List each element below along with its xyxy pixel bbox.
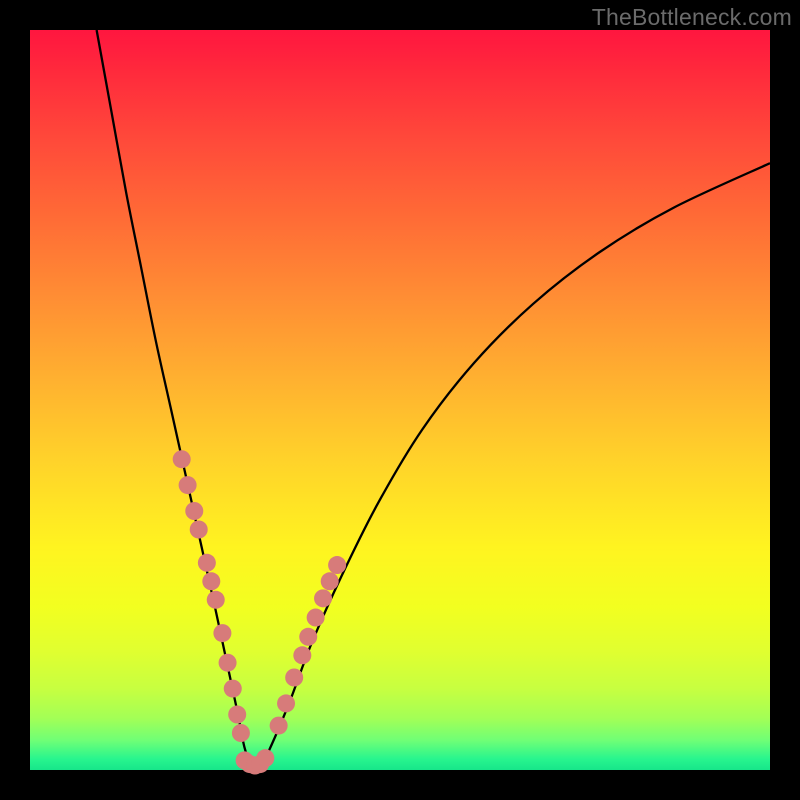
marker-dot — [256, 749, 274, 767]
marker-dot — [277, 694, 295, 712]
marker-dot — [232, 724, 250, 742]
marker-dot — [299, 628, 317, 646]
marker-dot — [207, 591, 225, 609]
marker-dot — [270, 717, 288, 735]
markers-group — [173, 450, 346, 774]
marker-dot — [190, 521, 208, 539]
marker-dot — [202, 572, 220, 590]
plot-area — [30, 30, 770, 770]
marker-dot — [328, 556, 346, 574]
marker-dot — [285, 669, 303, 687]
marker-dot — [321, 572, 339, 590]
bottleneck-curve — [97, 30, 770, 768]
marker-dot — [179, 476, 197, 494]
marker-dot — [219, 654, 237, 672]
chart-frame: TheBottleneck.com — [0, 0, 800, 800]
marker-dot — [314, 589, 332, 607]
marker-dot — [213, 624, 231, 642]
marker-dot — [185, 502, 203, 520]
watermark-text: TheBottleneck.com — [592, 4, 792, 31]
marker-dot — [198, 554, 216, 572]
chart-svg — [30, 30, 770, 770]
marker-dot — [228, 706, 246, 724]
marker-dot — [173, 450, 191, 468]
marker-dot — [224, 680, 242, 698]
marker-dot — [307, 609, 325, 627]
marker-dot — [293, 646, 311, 664]
